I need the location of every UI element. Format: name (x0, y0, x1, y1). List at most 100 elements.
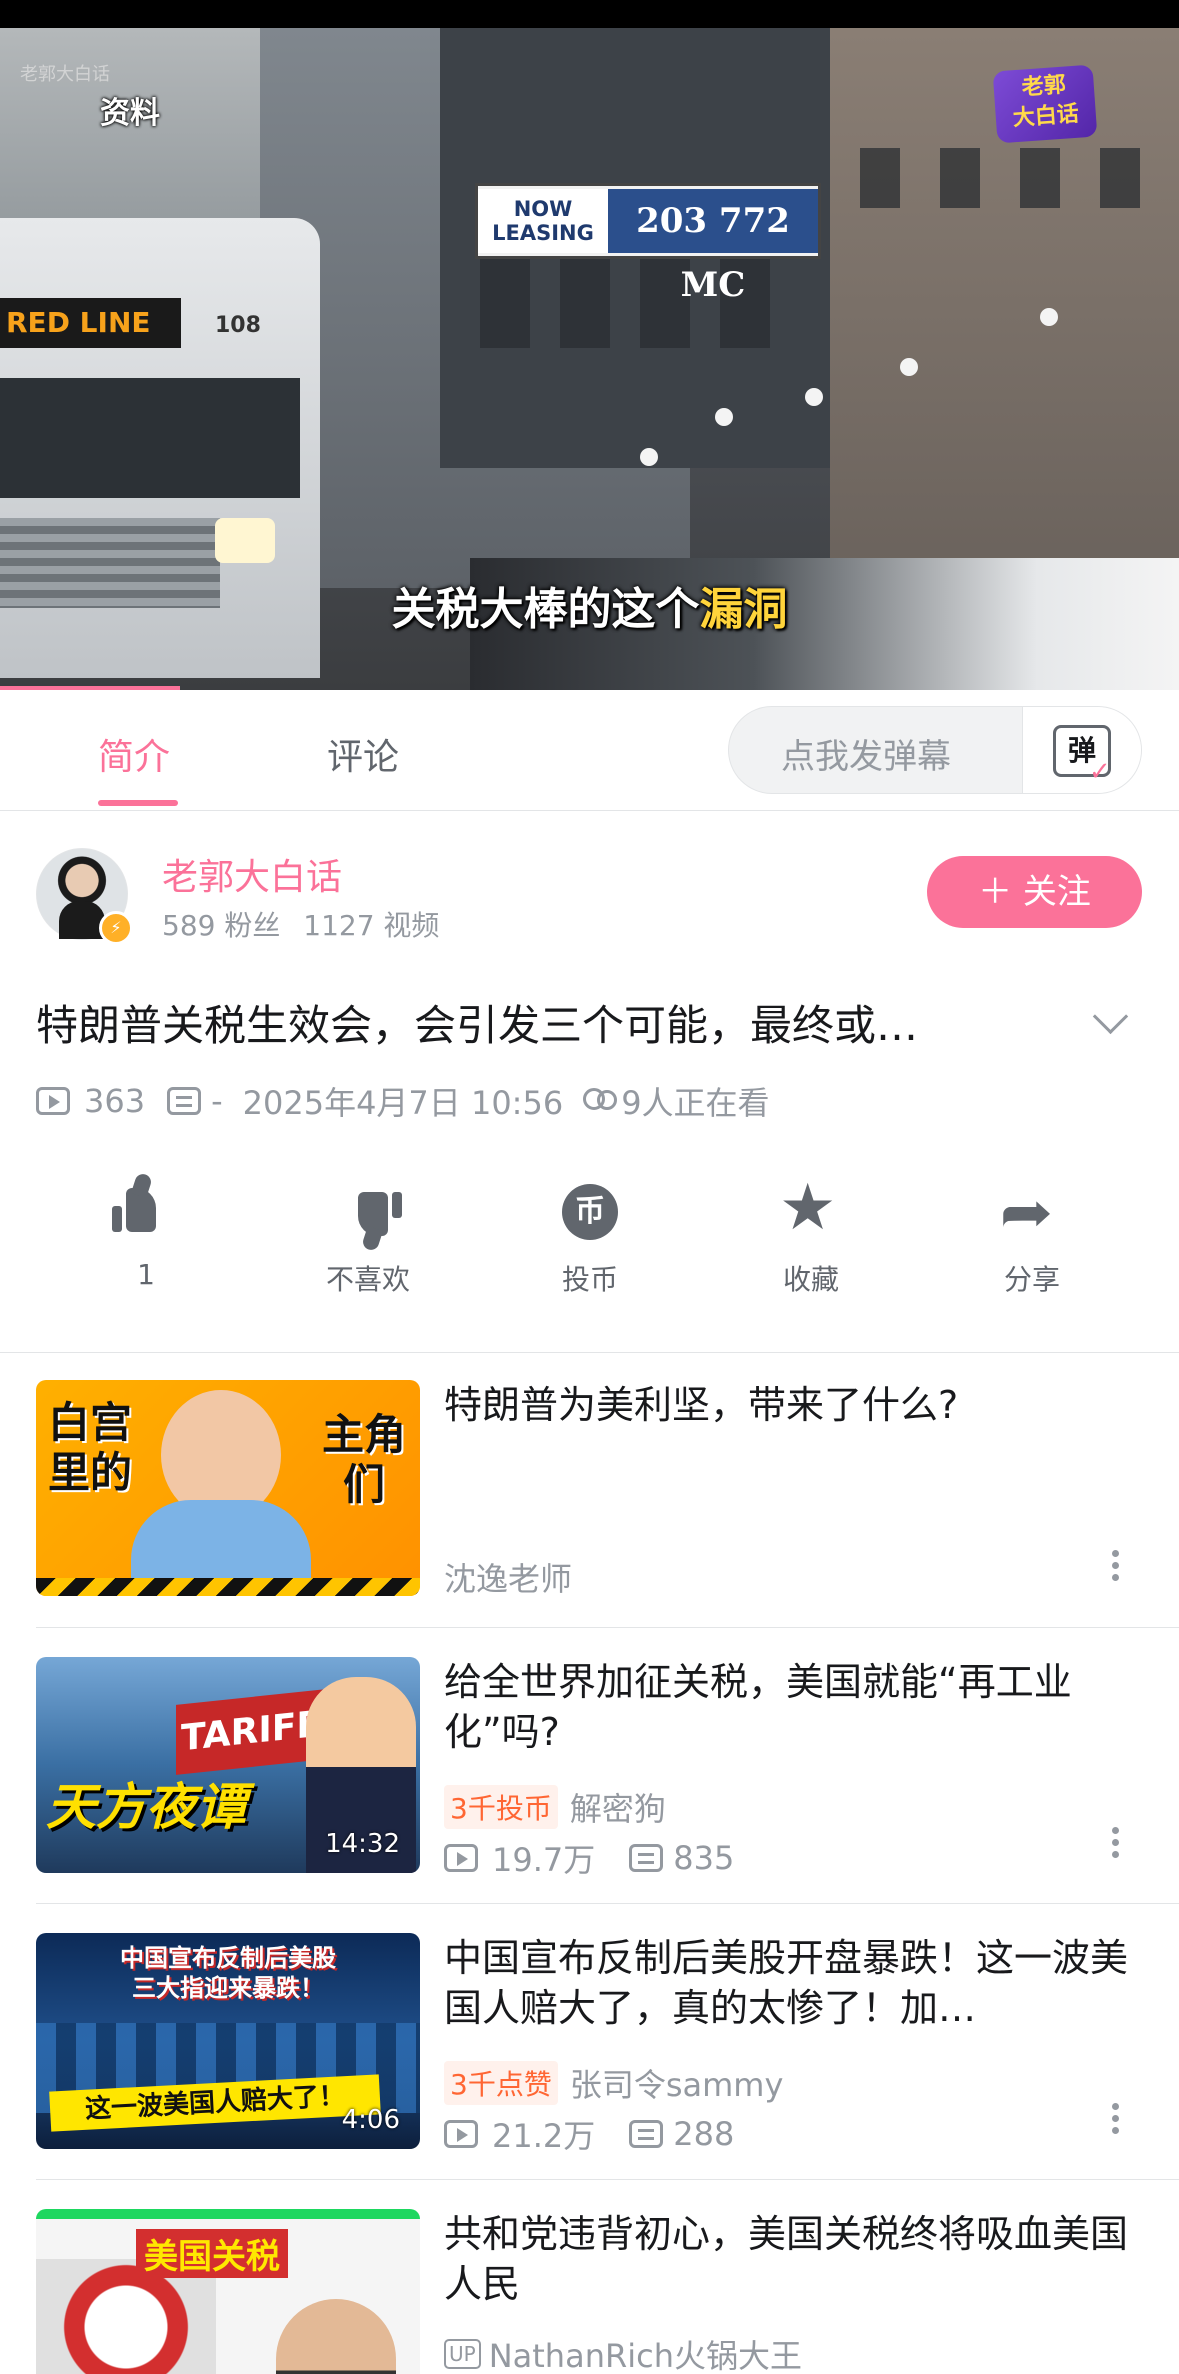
list-item[interactable]: 美国关税 共和党违背初心，美国关税终将吸血美国人民 UP NathanRich火… (0, 2209, 1179, 2374)
thumb-caption: 天方夜谭 (46, 1778, 246, 1836)
thumb-down-icon (358, 1192, 388, 1236)
related-title[interactable]: 中国宣布反制后美股开盘暴跌！这一波美国人赔大了，真的太惨了！加… (444, 1933, 1134, 2033)
danmaku-count: - (211, 1082, 223, 1120)
video-player[interactable]: NOW LEASING 203 772 MC RED LINE 108 老郭大白… (0, 28, 1179, 690)
tab-intro[interactable]: 简介 (98, 728, 170, 780)
bus-headlight (215, 518, 275, 563)
avatar-suit (59, 901, 105, 939)
follower-count: 589 粉丝 (162, 909, 281, 942)
danmaku-count: 835 (673, 1839, 735, 1877)
share-icon: ➦ (999, 1178, 1054, 1246)
video-duration: 4:06 (341, 2105, 400, 2135)
more-options-icon[interactable] (1112, 2103, 1120, 2143)
divider (0, 1352, 1179, 1353)
uploader-name[interactable]: 老郭大白话 (162, 848, 342, 900)
billboard: NOW LEASING 203 772 MC (475, 183, 821, 305)
divider (36, 1903, 1179, 1904)
related-stats: 21.2万 288 (444, 2111, 734, 2157)
more-options-icon[interactable] (1112, 1827, 1120, 1867)
related-meta: 3千点赞 张司令sammy (444, 2060, 783, 2106)
thumb-person (276, 2299, 396, 2374)
publish-date: 2025年4月7日 10:56 (242, 1084, 564, 1122)
thumb-title: 中国宣布反制后美股 三大指迎来暴跌！ (120, 1944, 336, 2002)
play-count-icon (36, 1087, 70, 1115)
danmaku-count-icon (629, 1844, 664, 1872)
star-icon: ★ (779, 1171, 837, 1245)
related-title[interactable]: 给全世界加征关税，美国就能“再工业化”吗? (444, 1657, 1134, 1757)
video-thumbnail[interactable]: 美国关税 (36, 2209, 420, 2374)
viewers-icon (581, 1086, 618, 1116)
billboard-phone: 203 772 MC (608, 189, 818, 305)
list-item[interactable]: 白宫 里的 主角 们 特朗普为美利坚，带来了什么? 沈逸老师 (0, 1380, 1179, 1656)
more-options-icon[interactable] (1112, 1550, 1120, 1590)
follow-button[interactable]: ＋ 关注 (927, 856, 1142, 928)
uploader-stats: 589 粉丝 1127 视频 (162, 904, 439, 944)
share-label: 分享 (1003, 1263, 1060, 1296)
billboard-now-leasing: NOW LEASING (478, 189, 608, 253)
video-thumbnail[interactable]: 中国宣布反制后美股 三大指迎来暴跌！ 这一波美国人赔大了！ 4:06 (36, 1933, 420, 2149)
channel-logo: 老郭 大白话 (992, 64, 1098, 144)
danmaku-count: 288 (673, 2115, 735, 2153)
bus-number: 108 (215, 313, 261, 338)
related-meta: UP NathanRich火锅大王 (444, 2331, 802, 2374)
related-meta: 3千投币 解密狗 (444, 1784, 666, 1830)
status-badge: 3千投币 (444, 1785, 558, 1829)
tab-indicator (98, 800, 178, 806)
play-count-icon (444, 1844, 478, 1872)
favorite-button[interactable]: ★ 收藏 (741, 1176, 881, 1298)
thumb-text-left: 白宫 里的 (48, 1398, 133, 1497)
tab-comments[interactable]: 评论 (327, 728, 399, 780)
subtitle-highlight: 漏洞 (699, 584, 788, 635)
related-author: NathanRich火锅大王 (488, 2337, 802, 2374)
thumb-up-icon (112, 1188, 156, 1232)
danmaku-input[interactable]: 点我发弹幕 弹 ✓ (728, 706, 1142, 794)
favorite-label: 收藏 (782, 1263, 839, 1296)
danmaku-toggle-button[interactable]: 弹 ✓ (1022, 707, 1141, 793)
play-count: 19.7万 (492, 1841, 596, 1879)
status-bar (0, 0, 1179, 28)
video-meta: 363 - 2025年4月7日 10:56 9人正在看 (36, 1078, 770, 1124)
hazard-stripe (36, 1578, 420, 1596)
list-item[interactable]: 中国宣布反制后美股 三大指迎来暴跌！ 这一波美国人赔大了！ 4:06 中国宣布反… (0, 1933, 1179, 2209)
divider (36, 1627, 1179, 1628)
action-bar: 1 不喜欢 币 投币 ★ 收藏 ➦ 分享 (0, 1176, 1179, 1300)
related-author: 张司令sammy (569, 2066, 784, 2104)
related-title[interactable]: 特朗普为美利坚，带来了什么? (444, 1380, 1134, 1430)
danmaku-count-icon (629, 2120, 664, 2148)
avatar[interactable]: ⚡ (36, 848, 133, 945)
video-duration: 14:32 (325, 1829, 400, 1859)
bus-sign: RED LINE (0, 298, 181, 348)
share-button[interactable]: ➦ 分享 (962, 1180, 1102, 1298)
coin-label: 投币 (561, 1263, 618, 1296)
list-item[interactable]: TARIFF 天方夜谭 14:32 给全世界加征关税，美国就能“再工业化”吗? … (0, 1657, 1179, 1933)
related-stats: 19.7万 835 (444, 1835, 734, 1881)
play-count: 21.2万 (492, 2117, 596, 2155)
dislike-button[interactable]: 不喜欢 (298, 1180, 438, 1298)
up-badge-icon: UP (444, 2339, 481, 2369)
video-subtitle: 关税大棒的这个漏洞 (0, 573, 1179, 637)
thumb-title: 美国关税 (136, 2229, 288, 2278)
divider (36, 2179, 1179, 2180)
video-count: 1127 视频 (303, 909, 440, 942)
coin-button[interactable]: 币 投币 (520, 1180, 660, 1298)
video-thumbnail[interactable]: 白宫 里的 主角 们 (36, 1380, 420, 1596)
play-count: 363 (84, 1082, 146, 1120)
thumb-tariff-box: TARIFF (176, 1689, 326, 1775)
like-button[interactable]: 1 (76, 1180, 216, 1291)
status-badge: 3千点赞 (444, 2061, 558, 2105)
chevron-down-icon[interactable] (1092, 998, 1129, 1035)
related-author: 沈逸老师 (444, 1560, 573, 1598)
watching-count: 9人正在看 (621, 1084, 770, 1122)
video-watermark: 老郭大白话 (20, 64, 110, 85)
danmaku-count-icon (167, 1087, 202, 1115)
play-count-icon (444, 2120, 478, 2148)
coin-icon: 币 (562, 1184, 618, 1240)
like-count: 1 (137, 1258, 155, 1291)
check-icon: ✓ (1089, 757, 1111, 787)
related-title[interactable]: 共和党违背初心，美国关税终将吸血美国人民 (444, 2209, 1134, 2309)
thumb-text-right: 主角 们 (321, 1410, 406, 1509)
bus-windshield (0, 378, 300, 498)
overlay-label: 资料 (100, 96, 160, 131)
subtitle-text: 关税大棒的这个 (391, 584, 700, 635)
video-thumbnail[interactable]: TARIFF 天方夜谭 14:32 (36, 1657, 420, 1873)
